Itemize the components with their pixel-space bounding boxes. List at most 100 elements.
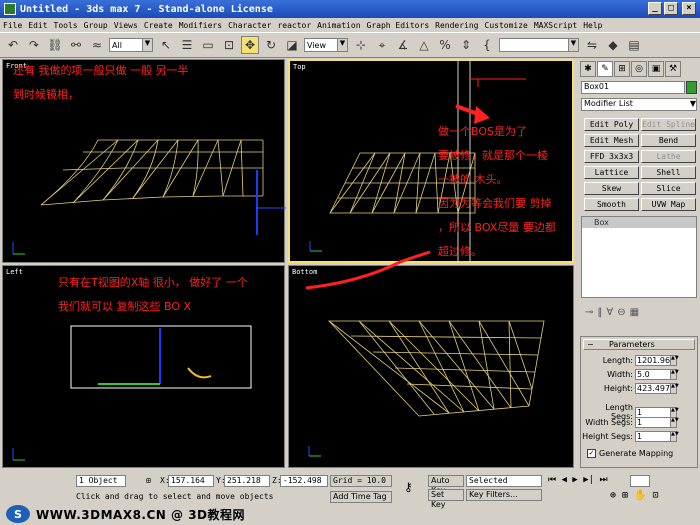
layer-manager-icon[interactable]: ▤ <box>625 36 643 54</box>
pivot-center-icon[interactable]: ⊹ <box>352 36 370 54</box>
menu-help[interactable]: Help <box>583 21 602 30</box>
ffd-button[interactable]: FFD 3x3x3 <box>584 150 639 163</box>
bend-button[interactable]: Bend <box>641 134 696 147</box>
uvw-map-button[interactable]: UVW Map <box>641 198 696 211</box>
length-spinner[interactable]: ▲▼ <box>671 355 679 366</box>
menu-tools[interactable]: Tools <box>54 21 78 30</box>
show-end-result-icon[interactable]: ‖ <box>597 307 602 318</box>
select-object-icon[interactable]: ↖ <box>157 36 175 54</box>
angle-snap-icon[interactable]: △ <box>415 36 433 54</box>
viewport-nav-icons[interactable]: ⊕ ⊞ ✋ ⊡ <box>610 490 659 501</box>
spinner-snap-icon[interactable]: ⇕ <box>457 36 475 54</box>
parameters-header[interactable]: − Parameters <box>583 339 695 350</box>
auto-key-button[interactable]: Auto Key <box>428 475 464 495</box>
object-name-field[interactable]: Box01 <box>581 81 685 94</box>
key-filters-button[interactable]: Key Filters... <box>466 489 542 501</box>
slice-button[interactable]: Slice <box>641 182 696 195</box>
shell-button[interactable]: Shell <box>641 166 696 179</box>
snap-toggle-icon[interactable]: ∡ <box>394 36 412 54</box>
menu-modifiers[interactable]: Modifiers <box>179 21 222 30</box>
generate-mapping-checkbox[interactable]: ✓ <box>587 449 596 458</box>
menu-maxscript[interactable]: MAXScript <box>534 21 577 30</box>
width-spinner[interactable]: ▲▼ <box>671 369 679 380</box>
smooth-button[interactable]: Smooth <box>584 198 639 211</box>
select-rotate-icon[interactable]: ↻ <box>262 36 280 54</box>
select-by-name-icon[interactable]: ☰ <box>178 36 196 54</box>
edit-spline-button[interactable]: Edit Spline <box>641 118 696 131</box>
menu-edit[interactable]: Edit <box>28 21 47 30</box>
close-button[interactable]: × <box>682 2 696 15</box>
x-coordinate-field[interactable]: 157.164 <box>168 475 214 487</box>
minimize-button[interactable]: _ <box>648 2 662 15</box>
y-coordinate-field[interactable]: 251.218 <box>224 475 270 487</box>
length-field[interactable]: 1201.96 <box>635 355 671 366</box>
ref-coord-dropdown[interactable]: View ▼ <box>304 38 348 52</box>
modify-tab-icon[interactable]: ✎ <box>597 61 613 77</box>
viewport-left[interactable]: Left 只有在T视图的X轴 很小， 做好了 一个 我们就可以 复制这些 BO … <box>2 265 285 468</box>
length-segs-field[interactable]: 1 <box>635 406 671 418</box>
rect-selection-icon[interactable]: ▭ <box>199 36 217 54</box>
menu-reactor[interactable]: reactor <box>277 21 311 30</box>
select-scale-icon[interactable]: ◪ <box>283 36 301 54</box>
height-segs-field[interactable]: 1 <box>635 431 671 442</box>
length-segs-spinner[interactable]: ▲▼ <box>671 406 679 418</box>
bind-space-warp-icon[interactable]: ≈ <box>88 36 106 54</box>
window-crossing-icon[interactable]: ⊡ <box>220 36 238 54</box>
percent-snap-icon[interactable]: % <box>436 36 454 54</box>
display-tab-icon[interactable]: ▣ <box>648 61 664 77</box>
object-color-swatch[interactable] <box>686 81 697 94</box>
select-move-icon[interactable]: ✥ <box>241 36 259 54</box>
lock-icon[interactable]: ⊞ <box>146 476 151 485</box>
menu-file[interactable]: File <box>3 21 22 30</box>
configure-sets-icon[interactable]: ▦ <box>630 307 639 318</box>
playback-controls[interactable]: ⏮ ◀ ▶ ▶| ⏭ <box>548 475 608 485</box>
menu-customize[interactable]: Customize <box>485 21 528 30</box>
width-segs-spinner[interactable]: ▲▼ <box>671 417 679 428</box>
modifier-stack[interactable]: Box <box>581 216 697 298</box>
menu-group[interactable]: Group <box>84 21 108 30</box>
maximize-button[interactable]: □ <box>664 2 678 15</box>
menu-character[interactable]: Character <box>228 21 271 30</box>
select-manipulate-icon[interactable]: ⌖ <box>373 36 391 54</box>
menu-rendering[interactable]: Rendering <box>435 21 478 30</box>
make-unique-icon[interactable]: ∀ <box>606 307 613 318</box>
remove-modifier-icon[interactable]: ⊖ <box>617 307 625 318</box>
modifier-list-dropdown[interactable]: Modifier List ▼ <box>581 98 697 111</box>
menu-views[interactable]: Views <box>114 21 138 30</box>
frame-field[interactable] <box>630 475 650 487</box>
motion-tab-icon[interactable]: ◎ <box>631 61 647 77</box>
lathe-button[interactable]: Lathe <box>641 150 696 163</box>
viewport-bottom[interactable]: Bottom <box>288 265 574 468</box>
viewport-top[interactable]: Top 做一个BOS是为了 要被修，就是那个一棱 一被的 木头。 因为为等会我们… <box>288 59 574 263</box>
create-tab-icon[interactable]: ✱ <box>580 61 596 77</box>
width-segs-field[interactable]: 1 <box>635 417 671 428</box>
set-key-button[interactable]: Set Key <box>428 489 464 509</box>
pin-stack-icon[interactable]: ⊸ <box>585 307 593 318</box>
unlink-icon[interactable]: ⚯ <box>67 36 85 54</box>
width-field[interactable]: 5.0 <box>635 369 671 380</box>
stack-item-box[interactable]: Box <box>582 217 696 228</box>
skew-button[interactable]: Skew <box>584 182 639 195</box>
hierarchy-tab-icon[interactable]: ⊞ <box>614 61 630 77</box>
undo-icon[interactable]: ↶ <box>4 36 22 54</box>
height-field[interactable]: 423.497 <box>635 383 671 394</box>
align-icon[interactable]: ◆ <box>604 36 622 54</box>
named-selection-dropdown[interactable]: ▼ <box>499 38 579 52</box>
add-time-tag-button[interactable]: Add Time Tag <box>330 491 392 503</box>
menu-create[interactable]: Create <box>144 21 173 30</box>
mirror-icon[interactable]: ⇋ <box>583 36 601 54</box>
lattice-button[interactable]: Lattice <box>584 166 639 179</box>
height-segs-spinner[interactable]: ▲▼ <box>671 431 679 442</box>
key-filter-dropdown[interactable]: Selected <box>466 475 542 487</box>
redo-icon[interactable]: ↷ <box>25 36 43 54</box>
menu-animation[interactable]: Animation <box>317 21 360 30</box>
edit-mesh-button[interactable]: Edit Mesh <box>584 134 639 147</box>
menu-graph-editors[interactable]: Graph Editors <box>367 21 430 30</box>
link-icon[interactable]: ⛓ <box>46 36 64 54</box>
viewport-front[interactable]: Front 还有 我做的项一般只做 一般 另一半 到时候镜相， <box>2 59 286 263</box>
utilities-tab-icon[interactable]: ⚒ <box>665 61 681 77</box>
named-selection-sets-icon[interactable]: { <box>478 36 496 54</box>
height-spinner[interactable]: ▲▼ <box>671 383 679 394</box>
edit-poly-button[interactable]: Edit Poly <box>584 118 639 131</box>
selection-filter-dropdown[interactable]: All ▼ <box>109 38 153 52</box>
